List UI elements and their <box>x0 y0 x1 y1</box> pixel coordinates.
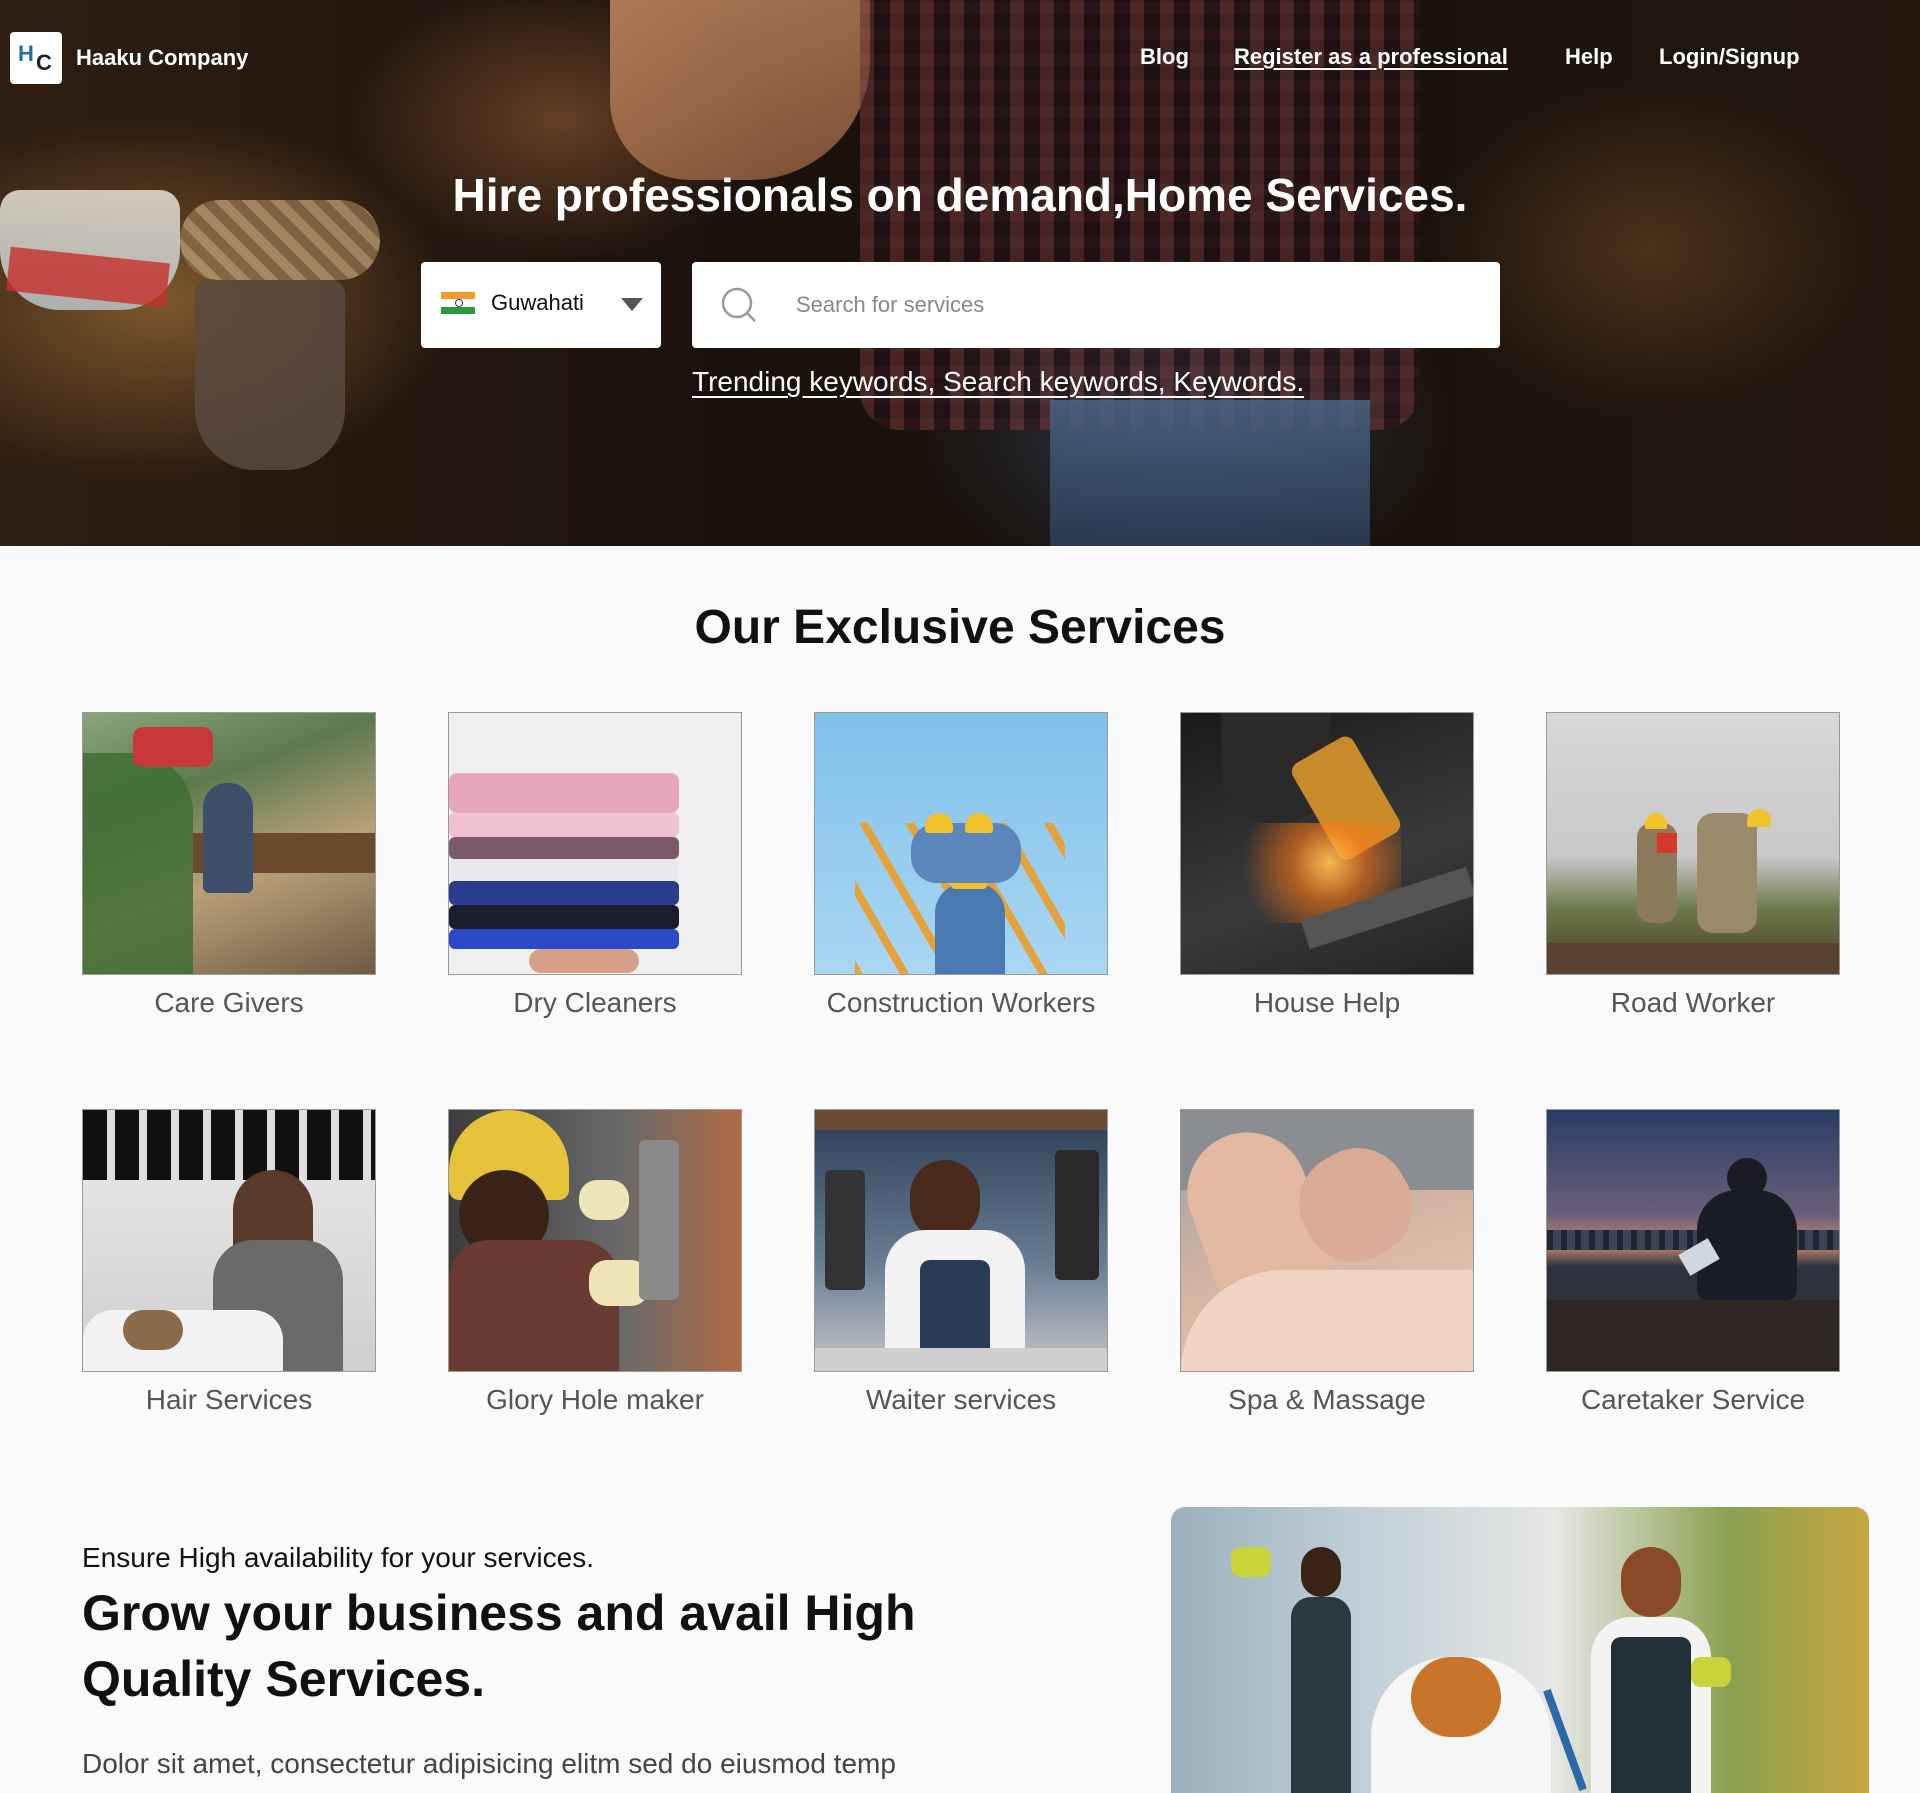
service-card-glory-hole-maker[interactable]: Glory Hole maker <box>448 1109 742 1416</box>
road-worker-image <box>1546 712 1840 975</box>
service-label: Waiter services <box>865 1384 1057 1415</box>
location-select[interactable]: Guwahati <box>421 262 661 348</box>
service-label: House Help <box>1253 987 1401 1018</box>
service-card-caretaker-service[interactable]: Caretaker Service <box>1546 1109 1840 1416</box>
service-card-construction-workers[interactable]: Construction Workers <box>814 712 1108 1019</box>
services-section-title: Our Exclusive Services <box>694 601 1226 654</box>
waiter-services-image <box>814 1109 1108 1372</box>
construction-workers-image <box>814 712 1108 975</box>
brand-logo[interactable]: H C Haaku Company <box>10 32 248 84</box>
search-icon <box>721 287 756 322</box>
service-card-dry-cleaners[interactable]: Dry Cleaners <box>448 712 742 1019</box>
service-label: Glory Hole maker <box>486 1384 704 1415</box>
hero-arm-decor <box>610 0 870 180</box>
nav-register-link[interactable]: Register as a professional <box>1234 44 1508 70</box>
hero-jeans-decor <box>1050 400 1370 546</box>
service-card-hair-services[interactable]: Hair Services <box>82 1109 376 1416</box>
service-label: Caretaker Service <box>1580 1384 1806 1415</box>
care-givers-image <box>82 712 376 975</box>
hero-iron-decor <box>195 280 345 470</box>
service-label: Construction Workers <box>826 987 1096 1018</box>
search-input[interactable] <box>796 262 1476 348</box>
logo-icon: H C <box>10 32 62 84</box>
nav-login-link[interactable]: Login/Signup <box>1659 44 1800 70</box>
glory-hole-maker-image <box>448 1109 742 1372</box>
service-label: Care Givers <box>154 987 304 1018</box>
logo-letter-h: H <box>18 41 34 66</box>
service-card-care-givers[interactable]: Care Givers <box>82 712 376 1019</box>
hero-title: Hire professionals on demand,Home Servic… <box>452 169 1468 221</box>
house-help-image <box>1180 712 1474 975</box>
promo-body: Dolor sit amet, consectetur adipisicing … <box>82 1748 896 1779</box>
brand-name: Haaku Company <box>76 45 249 70</box>
service-label: Spa & Massage <box>1228 1384 1426 1415</box>
nav-help-link[interactable]: Help <box>1565 44 1613 70</box>
india-flag-icon <box>441 292 475 314</box>
trending-keywords-link[interactable]: Trending keywords, Search keywords, Keyw… <box>692 366 1304 398</box>
promo-cleaning-image <box>1171 1507 1869 1793</box>
logo-letter-c: C <box>36 50 52 75</box>
search-bar <box>692 262 1500 348</box>
service-card-road-worker[interactable]: Road Worker <box>1546 712 1840 1019</box>
service-card-waiter-services[interactable]: Waiter services <box>814 1109 1108 1416</box>
dry-cleaners-image <box>448 712 742 975</box>
service-label: Road Worker <box>1610 987 1776 1018</box>
location-value: Guwahati <box>491 290 584 315</box>
caretaker-service-image <box>1546 1109 1840 1372</box>
promo-kicker: Ensure High availability for your servic… <box>82 1542 594 1573</box>
nav-blog-link[interactable]: Blog <box>1140 44 1189 70</box>
service-label: Dry Cleaners <box>513 987 677 1018</box>
service-label: Hair Services <box>145 1384 313 1415</box>
hair-services-image <box>82 1109 376 1372</box>
promo-headline: Grow your business and avail High Qualit… <box>82 1585 916 1707</box>
service-card-house-help[interactable]: House Help <box>1180 712 1474 1019</box>
service-card-spa-massage[interactable]: Spa & Massage <box>1180 1109 1474 1416</box>
spa-massage-image <box>1180 1109 1474 1372</box>
chevron-down-icon <box>621 298 643 311</box>
